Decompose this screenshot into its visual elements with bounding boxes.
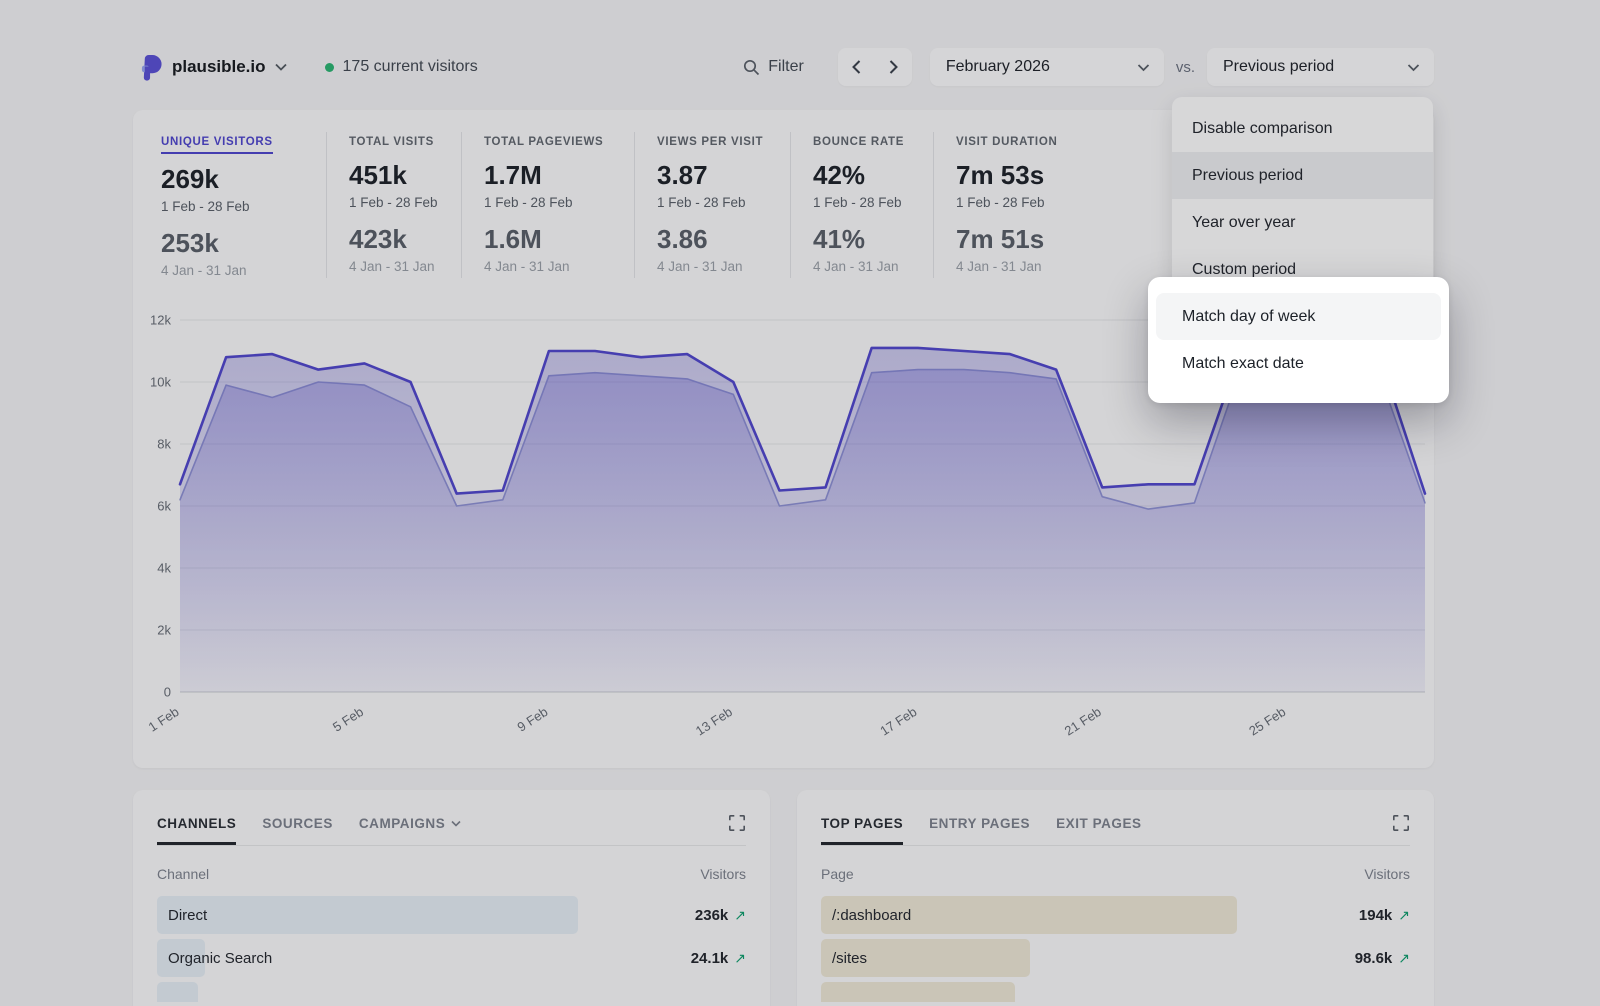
dim-overlay: [0, 0, 1600, 1006]
menu-item-match-day-of-week[interactable]: Match day of week: [1156, 293, 1441, 340]
menu-item-match-exact-date[interactable]: Match exact date: [1156, 340, 1441, 387]
match-popup: Match day of week Match exact date: [1148, 277, 1449, 403]
